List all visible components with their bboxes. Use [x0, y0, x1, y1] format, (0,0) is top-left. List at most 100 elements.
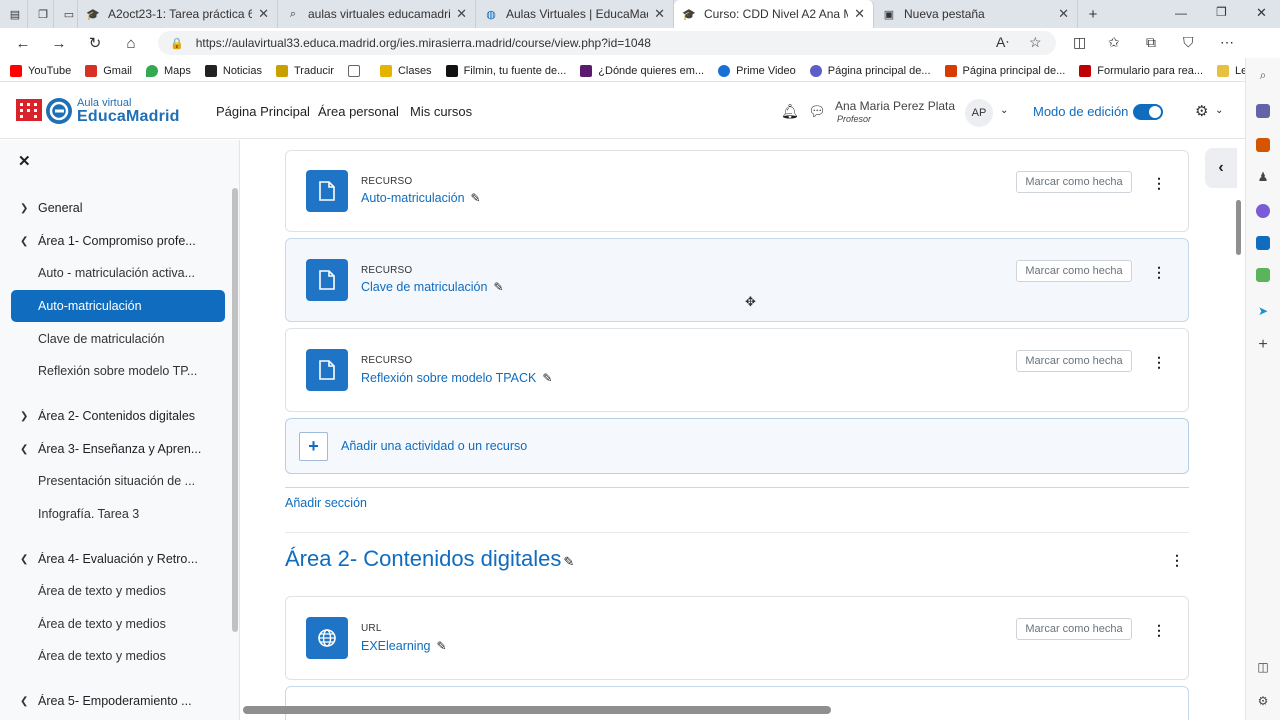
- maximize-icon[interactable]: ❐: [1216, 5, 1227, 19]
- collections-icon[interactable]: ⧉: [1146, 34, 1156, 51]
- activity-card[interactable]: RECURSO Clave de matriculación ✎ Marcar c…: [285, 238, 1189, 322]
- read-aloud-icon[interactable]: Aᐧ: [996, 34, 1009, 51]
- course-index-item[interactable]: Área de texto y medios: [0, 608, 230, 640]
- bookmark-item[interactable]: Maps: [145, 64, 191, 77]
- forward-icon[interactable]: →: [41, 35, 77, 52]
- chevron-down-icon[interactable]: ❮: [20, 236, 32, 247]
- nav-home[interactable]: Página Principal: [216, 104, 310, 119]
- bookmark-item[interactable]: Página principal de...: [809, 64, 931, 77]
- workspaces-icon[interactable]: ❐: [28, 0, 54, 28]
- activity-card[interactable]: RECURSO Reflexión sobre modelo TPACK ✎ Ma…: [285, 328, 1189, 412]
- chevron-down-icon[interactable]: ⌄: [1215, 105, 1223, 116]
- kebab-menu-icon[interactable]: ⋮: [1152, 264, 1166, 281]
- activity-link[interactable]: Auto-matriculación: [361, 191, 465, 205]
- course-index-item[interactable]: Área de texto y medios: [0, 640, 230, 672]
- bookmark-item[interactable]: Traducir: [276, 64, 334, 77]
- avatar[interactable]: AP: [965, 99, 993, 127]
- course-index-section[interactable]: ❮ Área 5- Empoderamiento ...: [0, 685, 230, 717]
- bookmark-item[interactable]: [347, 64, 366, 77]
- url-bar[interactable]: 🔒 https://aulavirtual33.educa.madrid.org…: [158, 31, 1056, 55]
- page-scrollbar[interactable]: [1236, 200, 1241, 255]
- mark-done-button[interactable]: Marcar como hecha: [1016, 350, 1132, 372]
- course-index-item[interactable]: Auto - matriculación activa...: [0, 257, 230, 289]
- mark-done-button[interactable]: Marcar como hecha: [1016, 618, 1132, 640]
- activity-card[interactable]: [285, 686, 1189, 720]
- course-index-section[interactable]: ❯ Área 2- Contenidos digitales: [0, 400, 230, 432]
- tab-3[interactable]: 🎓 Curso: CDD Nivel A2 Ana María P ✕: [674, 0, 874, 28]
- games-icon[interactable]: ♟: [1256, 170, 1270, 184]
- tab-1[interactable]: ⌕ aulas virtuales educamadrid - Bu ✕: [278, 0, 476, 28]
- settings-icon[interactable]: ⚙: [1256, 694, 1270, 708]
- tab-actions-icon[interactable]: ▤: [0, 0, 28, 28]
- bookmark-item[interactable]: Formulario para rea...: [1079, 64, 1203, 77]
- mark-done-button[interactable]: Marcar como hecha: [1016, 171, 1132, 193]
- window-close-icon[interactable]: ✕: [1256, 5, 1267, 21]
- shield-icon[interactable]: ⛉: [1183, 34, 1194, 51]
- split-screen-icon[interactable]: ◫: [1073, 34, 1086, 51]
- new-tab-button[interactable]: +: [1078, 0, 1118, 28]
- kebab-menu-icon[interactable]: ⋮: [1170, 552, 1184, 569]
- search-icon[interactable]: ⌕: [1256, 68, 1270, 82]
- nav-dashboard[interactable]: Área personal: [318, 104, 399, 119]
- chevron-down-icon[interactable]: ❮: [20, 696, 32, 707]
- kebab-menu-icon[interactable]: ⋮: [1152, 354, 1166, 371]
- more-icon[interactable]: ⋯: [1220, 34, 1234, 51]
- bookmark-item[interactable]: Página principal de...: [944, 64, 1065, 77]
- course-index-section[interactable]: ❯ General: [0, 192, 230, 224]
- send-icon[interactable]: ➤: [1256, 304, 1270, 318]
- favorite-star-icon[interactable]: ☆: [1029, 34, 1042, 51]
- favorites-icon[interactable]: ✩: [1108, 34, 1120, 51]
- drawer-scrollbar[interactable]: [232, 188, 238, 632]
- close-icon[interactable]: ✕: [18, 152, 31, 170]
- edit-mode-toggle[interactable]: [1133, 104, 1163, 120]
- add-section-link[interactable]: Añadir sección: [285, 496, 367, 510]
- course-index-section[interactable]: ❮ Área 4- Evaluación y Retro...: [0, 543, 230, 575]
- course-index-item[interactable]: Presentación situación de ...: [0, 465, 230, 497]
- bookmark-item[interactable]: Prime Video: [718, 64, 796, 77]
- designer-icon[interactable]: [1256, 268, 1270, 282]
- chevron-down-icon[interactable]: ⌄: [1000, 105, 1008, 116]
- close-icon[interactable]: ✕: [1058, 6, 1069, 22]
- close-icon[interactable]: ✕: [258, 6, 269, 22]
- pencil-icon[interactable]: ✎: [437, 639, 447, 653]
- home-icon[interactable]: ⌂: [113, 35, 149, 52]
- course-index-item[interactable]: Infografía. Tarea 3: [0, 498, 230, 530]
- bookmark-item[interactable]: Noticias: [204, 64, 262, 77]
- block-drawer-toggle[interactable]: ‹: [1205, 148, 1237, 188]
- messages-icon[interactable]: 💬︎: [808, 103, 826, 120]
- kebab-menu-icon[interactable]: ⋮: [1152, 175, 1166, 192]
- activity-link[interactable]: Reflexión sobre modelo TPACK: [361, 371, 536, 385]
- tab-2[interactable]: ◍ Aulas Virtuales | EducaMadrid ✕: [476, 0, 674, 28]
- course-index-item[interactable]: Reflexión sobre modelo TP...: [0, 355, 230, 387]
- bookmark-item[interactable]: Gmail: [85, 64, 132, 77]
- horizontal-scrollbar[interactable]: [243, 706, 831, 714]
- copilot-icon[interactable]: [1256, 104, 1270, 118]
- gear-icon[interactable]: ⚙︎: [1195, 102, 1208, 120]
- chevron-right-icon[interactable]: ❯: [20, 411, 32, 422]
- pencil-icon[interactable]: ✎: [493, 280, 503, 294]
- tab-4[interactable]: ▣ Nueva pestaña ✕: [874, 0, 1078, 28]
- chevron-down-icon[interactable]: ❮: [20, 444, 32, 455]
- activity-card[interactable]: URL EXElearning ✎ Marcar como hecha ⋮: [285, 596, 1189, 680]
- outlook-icon[interactable]: [1256, 236, 1270, 250]
- bookmark-item[interactable]: Clases: [379, 64, 432, 77]
- chevron-down-icon[interactable]: ❮: [20, 554, 32, 565]
- activity-link[interactable]: EXElearning: [361, 639, 431, 653]
- educamadrid-logo-icon[interactable]: [46, 98, 72, 124]
- course-index-section[interactable]: ❮ Área 1- Compromiso profe...: [0, 225, 230, 257]
- sidebar-toggle-icon[interactable]: ◫: [1256, 660, 1270, 674]
- minimize-icon[interactable]: —: [1175, 6, 1187, 20]
- section-title[interactable]: Área 2- Contenidos digitales: [285, 546, 561, 571]
- back-icon[interactable]: ←: [5, 35, 41, 52]
- pencil-icon[interactable]: ✎: [542, 371, 552, 385]
- close-icon[interactable]: ✕: [456, 6, 467, 22]
- activity-link[interactable]: Clave de matriculación: [361, 280, 487, 294]
- office-icon[interactable]: [1256, 204, 1270, 218]
- mark-done-button[interactable]: Marcar como hecha: [1016, 260, 1132, 282]
- tools-icon[interactable]: [1256, 138, 1270, 152]
- add-icon[interactable]: +: [1256, 337, 1270, 353]
- nav-my-courses[interactable]: Mis cursos: [410, 104, 472, 119]
- kebab-menu-icon[interactable]: ⋮: [1152, 622, 1166, 639]
- activity-card[interactable]: RECURSO Auto-matriculación ✎ Marcar como …: [285, 150, 1189, 232]
- logo-title[interactable]: EducaMadrid: [77, 108, 180, 126]
